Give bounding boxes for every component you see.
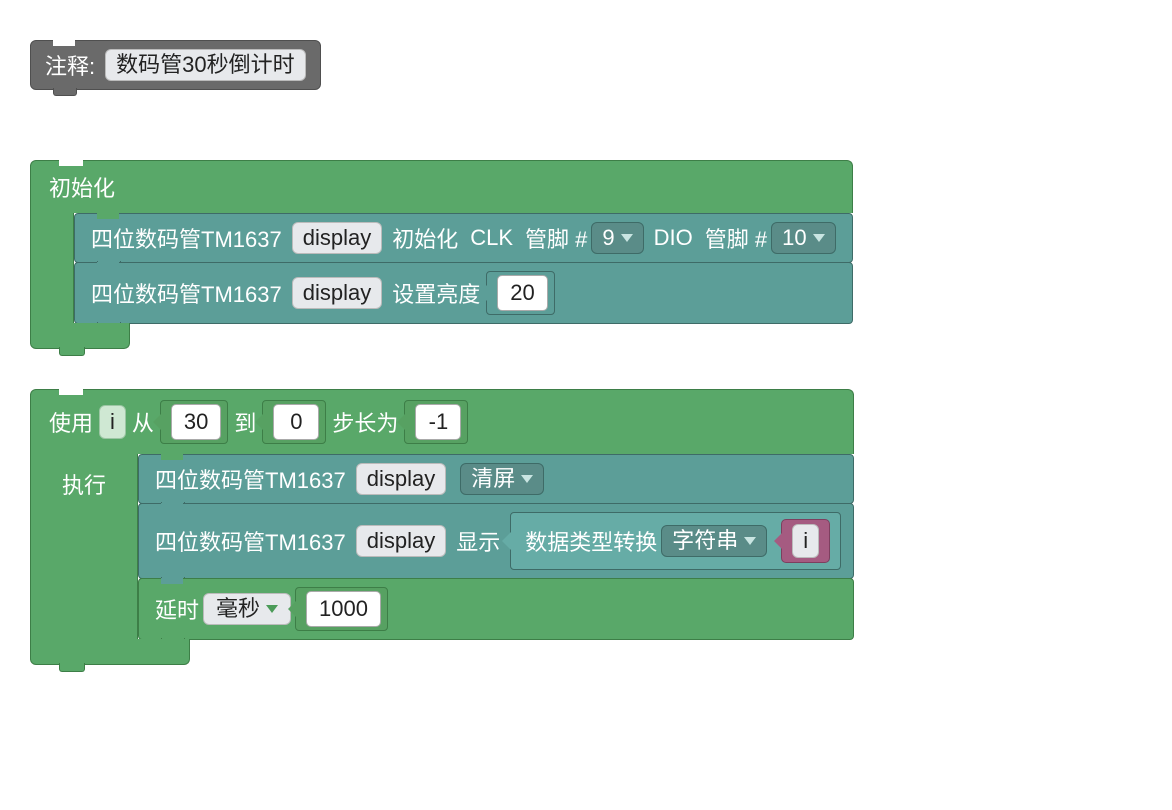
clear-object-field[interactable]: display [356, 463, 446, 495]
for-to-plug[interactable]: 0 [262, 400, 326, 444]
delay-block[interactable]: 延时 毫秒 1000 [138, 578, 854, 640]
tm1637-object-field[interactable]: display [292, 222, 382, 254]
dio-pin-dropdown[interactable]: 10 [771, 222, 835, 254]
chevron-down-icon [813, 234, 825, 242]
tm1637-clear-block[interactable]: 四位数码管TM1637 display 清屏 [138, 454, 854, 504]
for-from-plug[interactable]: 30 [160, 400, 228, 444]
for-step-plug[interactable]: -1 [404, 400, 468, 444]
cast-block[interactable]: 数据类型转换 字符串 i [510, 512, 841, 570]
delay-unit-value: 毫秒 [216, 598, 260, 620]
chevron-down-icon [621, 234, 633, 242]
brightness-object-field[interactable]: display [292, 277, 382, 309]
setup-foot [30, 323, 130, 349]
brightness-prefix: 四位数码管TM1637 [91, 277, 282, 309]
brightness-label: 设置亮度 [392, 277, 480, 309]
for-from-label: 从 [132, 406, 154, 438]
setup-header: 初始化 [30, 160, 853, 213]
tm1637-init-word: 初始化 [392, 222, 458, 254]
chevron-down-icon [266, 605, 278, 613]
clear-prefix: 四位数码管TM1637 [155, 463, 346, 495]
brightness-value-plug[interactable]: 20 [486, 271, 554, 315]
pin-label-1: 管脚 # [525, 222, 587, 254]
for-to-value[interactable]: 0 [273, 404, 319, 440]
for-loop-block[interactable]: 使用 i 从 30 到 0 步长为 -1 执行 四位数码管TM1637 [30, 389, 854, 665]
delay-label: 延时 [155, 593, 199, 625]
for-step-value[interactable]: -1 [415, 404, 461, 440]
tm1637-init-block[interactable]: 四位数码管TM1637 display 初始化 CLK 管脚 # 9 DIO [74, 213, 853, 263]
for-to-label: 到 [234, 406, 256, 438]
comment-block[interactable]: 注释: 数码管30秒倒计时 [30, 40, 321, 90]
delay-unit-dropdown[interactable]: 毫秒 [203, 593, 291, 625]
chevron-down-icon [744, 537, 756, 545]
var-ref-plug[interactable]: i [781, 519, 830, 563]
clear-action-dropdown[interactable]: 清屏 [460, 463, 544, 495]
for-header: 使用 i 从 30 到 0 步长为 -1 [30, 389, 854, 454]
setup-spine [30, 213, 74, 323]
dio-pin-value: 10 [782, 227, 806, 249]
clear-action-value: 清屏 [471, 468, 515, 490]
exec-label: 执行 [62, 468, 106, 500]
show-object-field[interactable]: display [356, 525, 446, 557]
chevron-down-icon [521, 475, 533, 483]
dio-label: DIO [654, 225, 693, 251]
brightness-value[interactable]: 20 [497, 275, 547, 311]
for-from-value[interactable]: 30 [171, 404, 221, 440]
delay-value[interactable]: 1000 [306, 591, 381, 627]
setup-title: 初始化 [49, 171, 115, 203]
tm1637-init-prefix: 四位数码管TM1637 [91, 222, 282, 254]
pin-label-2: 管脚 # [705, 222, 767, 254]
clk-pin-value: 9 [602, 227, 614, 249]
show-prefix: 四位数码管TM1637 [155, 525, 346, 557]
comment-label: 注释: [45, 49, 95, 81]
for-step-label: 步长为 [332, 406, 398, 438]
setup-block[interactable]: 初始化 四位数码管TM1637 display 初始化 CLK 管脚 # 9 [30, 160, 853, 349]
delay-value-plug[interactable]: 1000 [295, 587, 388, 631]
cast-type-dropdown[interactable]: 字符串 [661, 525, 767, 557]
cast-type-value: 字符串 [672, 530, 738, 552]
for-spine: 执行 [30, 454, 138, 639]
tm1637-brightness-block[interactable]: 四位数码管TM1637 display 设置亮度 20 [74, 262, 853, 324]
for-use-label: 使用 [49, 406, 93, 438]
clk-label: CLK [470, 225, 513, 251]
comment-text-input[interactable]: 数码管30秒倒计时 [105, 49, 305, 81]
show-label: 显示 [456, 525, 500, 557]
for-var[interactable]: i [99, 405, 126, 439]
var-ref[interactable]: i [792, 524, 819, 558]
for-foot [30, 639, 190, 665]
cast-label: 数据类型转换 [525, 525, 657, 557]
tm1637-show-block[interactable]: 四位数码管TM1637 display 显示 数据类型转换 字符串 i [138, 503, 854, 579]
clk-pin-dropdown[interactable]: 9 [591, 222, 643, 254]
